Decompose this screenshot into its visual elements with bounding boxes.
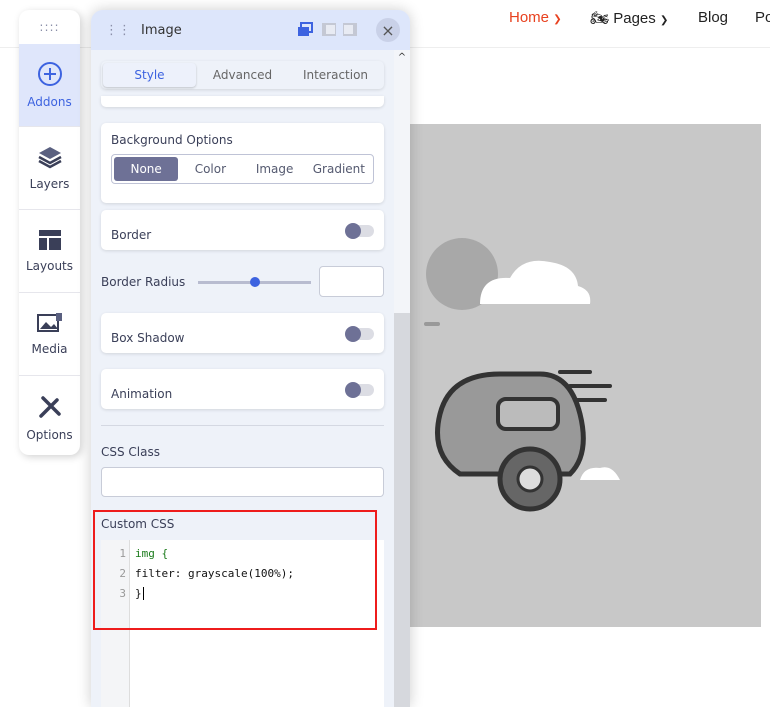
tab-advanced[interactable]: Advanced [196,63,289,87]
nav-pages-label: Pages [613,10,656,27]
animation-card: Animation [101,369,384,409]
builder-sidebar: :::: Addons Layers Layouts Media Options [19,10,80,455]
plus-circle-icon [37,62,62,86]
divider [101,425,384,426]
nav-pages[interactable]: 🏍 Pages ❯ [590,9,668,27]
background-options-group: None Color Image Gradient [111,154,374,184]
animation-toggle[interactable] [345,382,374,398]
bg-option-color[interactable]: Color [178,157,242,181]
border-toggle[interactable] [345,223,374,239]
bg-option-image[interactable]: Image [243,157,307,181]
tab-bar: Style Advanced Interaction [101,61,384,89]
border-radius-slider[interactable] [198,277,311,287]
chevron-down-icon: ❯ [659,15,669,26]
border-radius-label: Border Radius [101,275,186,289]
border-radius-row: Border Radius [101,266,384,298]
highlight-box [93,510,377,630]
sidebar-item-label: Media [31,342,68,356]
sidebar-item-addons[interactable]: Addons [19,44,80,127]
nav-home-label: Home [509,9,550,26]
image-element[interactable] [410,124,761,627]
sidebar-item-label: Options [26,427,73,442]
panel-view-icons [298,22,357,36]
sidebar-item-layouts[interactable]: Layouts [19,210,80,293]
chevron-down-icon: ❯ [553,14,562,25]
drag-handle-icon[interactable]: :::: [19,10,80,44]
dock-left-icon [322,23,336,36]
collapsed-card [101,96,384,107]
bg-option-gradient[interactable]: Gradient [307,157,371,181]
background-options-card: Background Options None Color Image Grad… [101,123,384,203]
box-shadow-card: Box Shadow [101,313,384,353]
panel-header: ⋮⋮ Image × [91,10,410,50]
border-label: Border [111,228,152,242]
css-class-label: CSS Class [101,445,160,459]
sidebar-item-media[interactable]: Media [19,293,80,376]
layers-icon [37,147,62,169]
sidebar-item-label: Layouts [25,259,74,273]
border-radius-input[interactable] [319,266,384,297]
border-card: Border [101,210,384,250]
motorcycle-icon: 🏍 [590,10,610,27]
slider-handle[interactable] [250,277,260,287]
close-button[interactable]: × [376,18,400,42]
layout-icon [38,230,61,250]
float-view-icon [298,22,313,36]
tools-icon [38,395,61,418]
media-icon [36,313,62,332]
nav-po[interactable]: Po [755,9,770,26]
scroll-up-icon[interactable]: ^ [394,52,410,63]
bg-option-none[interactable]: None [114,157,179,181]
panel-title: Image [141,22,182,38]
scooter-illustration [424,238,620,512]
sidebar-item-label: Layers [29,177,70,191]
nav-blog[interactable]: Blog [698,9,728,26]
dock-right-icon [343,23,357,36]
scrollbar-thumb[interactable] [394,313,410,707]
css-class-input[interactable] [101,467,384,497]
animation-label: Animation [111,387,173,401]
box-shadow-label: Box Shadow [111,331,185,345]
nav-home[interactable]: Home ❯ [509,9,562,26]
tab-interaction[interactable]: Interaction [289,63,382,87]
drag-handle-icon[interactable]: ⋮⋮ [105,23,131,38]
sidebar-item-options[interactable]: Options [19,376,80,455]
sidebar-item-label: Addons [27,95,72,109]
sidebar-item-layers[interactable]: Layers [19,127,80,210]
background-options-label: Background Options [111,133,233,147]
box-shadow-toggle[interactable] [345,326,374,342]
tab-style[interactable]: Style [103,63,196,87]
